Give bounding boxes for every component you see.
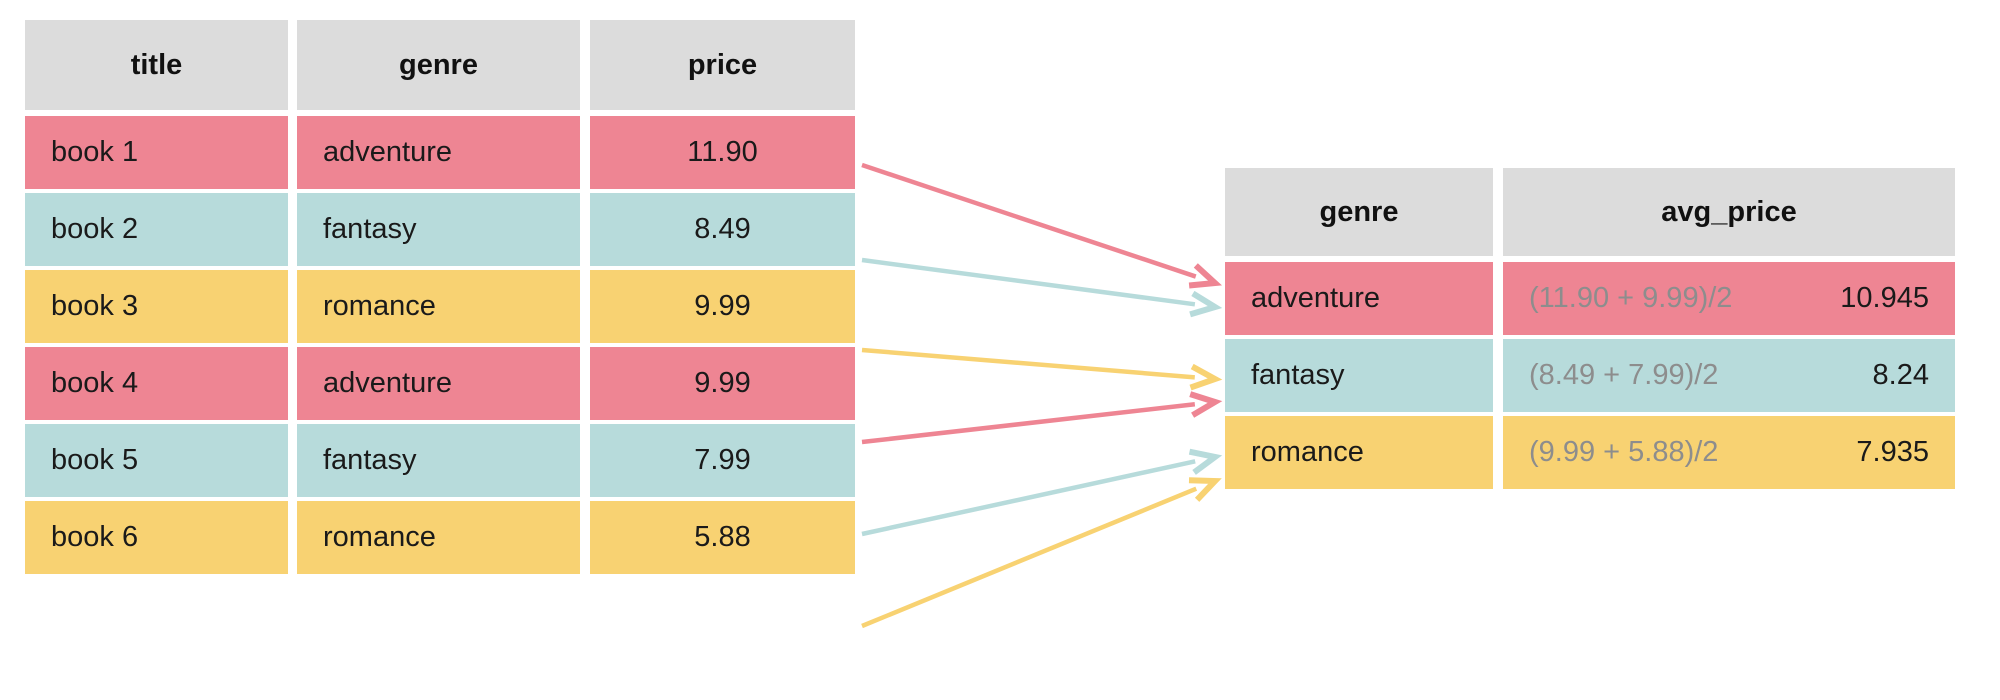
result-cell-genre: romance: [1225, 416, 1493, 489]
source-column-header-title: title: [25, 20, 288, 110]
source-cell-title: book 2: [25, 193, 288, 266]
source-cell-title: book 3: [25, 270, 288, 343]
source-column-header-genre: genre: [297, 20, 580, 110]
arrow-book-6-to-romance: [861, 477, 1222, 629]
result-cell-genre: adventure: [1225, 262, 1493, 335]
diagram-canvas: title genre price book 1 adventure 11.90 book …: [0, 0, 2000, 700]
avg-price-expression: (9.99 + 5.88)/2: [1529, 436, 1719, 468]
arrow-book-4-to-adventure: [861, 391, 1223, 445]
source-cell-title: book 1: [25, 116, 288, 189]
source-cell-price: 9.99: [590, 270, 855, 343]
avg-price-value: 7.935: [1856, 436, 1929, 468]
result-cell-avg-price: (9.99 + 5.88)/2 7.935: [1503, 416, 1955, 489]
source-cell-price: 9.99: [590, 347, 855, 420]
result-cell-genre: fantasy: [1225, 339, 1493, 412]
source-cell-title: book 5: [25, 424, 288, 497]
source-cell-genre: romance: [297, 501, 580, 574]
source-cell-genre: romance: [297, 270, 580, 343]
source-cell-price: 5.88: [590, 501, 855, 574]
avg-price-expression: (8.49 + 7.99)/2: [1529, 359, 1719, 391]
avg-price-value: 10.945: [1840, 282, 1929, 314]
result-cell-avg-price: (11.90 + 9.99)/2 10.945: [1503, 262, 1955, 335]
source-cell-title: book 4: [25, 347, 288, 420]
source-cell-genre: adventure: [297, 116, 580, 189]
source-cell-genre: adventure: [297, 347, 580, 420]
source-cell-title: book 6: [25, 501, 288, 574]
arrow-book-1-to-adventure: [861, 162, 1222, 289]
result-column-header-avg_price: avg_price: [1503, 168, 1955, 256]
source-cell-genre: fantasy: [297, 424, 580, 497]
avg-price-expression: (11.90 + 9.99)/2: [1529, 282, 1733, 314]
source-cell-price: 8.49: [590, 193, 855, 266]
source-column-header-price: price: [590, 20, 855, 110]
arrow-book-3-to-romance: [861, 347, 1223, 391]
source-cell-price: 7.99: [590, 424, 855, 497]
arrow-book-2-to-fantasy: [861, 257, 1223, 318]
source-cell-genre: fantasy: [297, 193, 580, 266]
result-cell-avg-price: (8.49 + 7.99)/2 8.24: [1503, 339, 1955, 412]
avg-price-value: 8.24: [1872, 359, 1929, 391]
arrow-book-5-to-fantasy: [861, 448, 1223, 537]
source-cell-price: 11.90: [590, 116, 855, 189]
result-column-header-genre: genre: [1225, 168, 1493, 256]
